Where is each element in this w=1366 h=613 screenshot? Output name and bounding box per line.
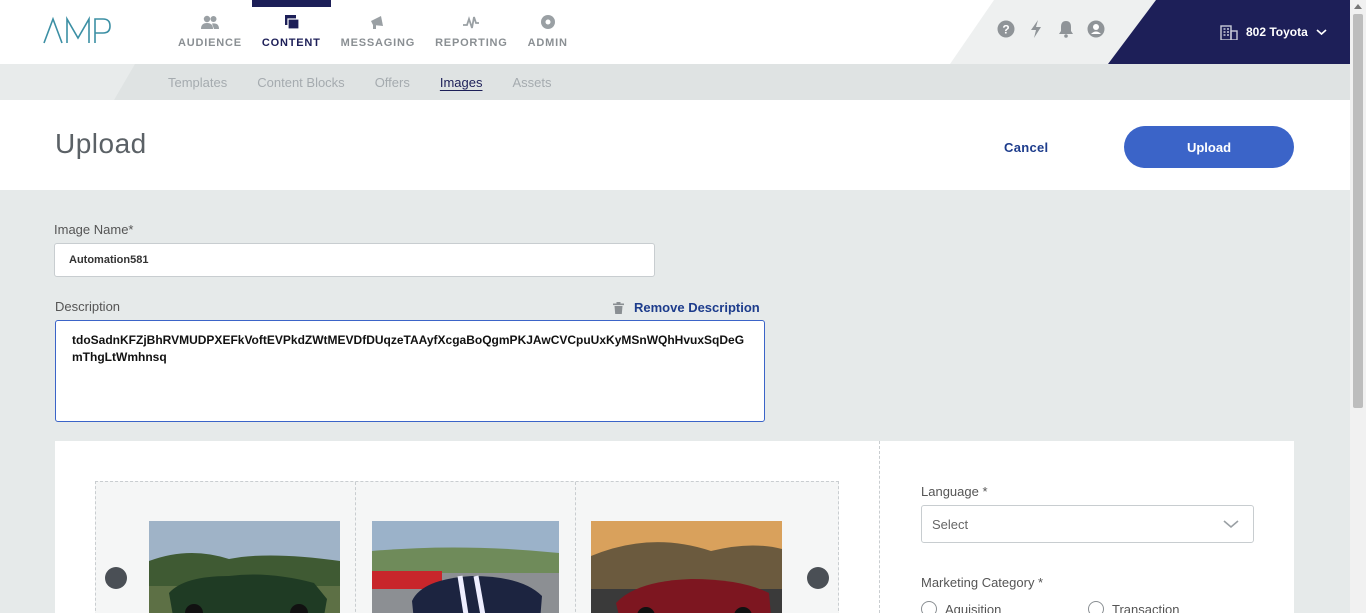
gallery-divider — [575, 482, 576, 613]
account-menu-button[interactable]: 802 Toyota — [1220, 24, 1327, 40]
language-select-value: Select — [932, 516, 969, 532]
subnav-assets[interactable]: Assets — [513, 75, 552, 90]
audience-icon — [200, 15, 219, 29]
nav-label-content: CONTENT — [261, 37, 321, 49]
marketing-category-label: Marketing Category * — [921, 575, 1044, 590]
utility-icons: ? — [996, 18, 1105, 40]
description-textarea[interactable]: tdoSadnKFZjBhRVMUDPXEFkVoftEVPkdZWtMEVDf… — [55, 320, 765, 422]
green-mustang-image[interactable] — [149, 521, 340, 613]
help-icon[interactable]: ? — [996, 18, 1015, 40]
nav-item-audience[interactable]: AUDIENCE — [168, 0, 252, 64]
subnav-offers[interactable]: Offers — [375, 75, 410, 90]
admin-gear-icon — [540, 15, 555, 29]
building-icon — [1220, 25, 1238, 40]
radio-aquisition[interactable]: Aquisition — [921, 601, 1001, 613]
nav-label-messaging: MESSAGING — [340, 37, 416, 49]
description-label: Description — [55, 299, 121, 314]
main-nav: AUDIENCE CONTENT MESSAGING REPORTING ADM… — [168, 0, 578, 64]
nav-label-reporting: REPORTING — [435, 37, 508, 49]
radio-label-aquisition: Aquisition — [945, 601, 1002, 613]
nav-item-messaging[interactable]: MESSAGING — [331, 0, 425, 64]
subnav-images[interactable]: Images — [440, 75, 483, 90]
radio-label-transaction: Transaction — [1112, 601, 1180, 613]
subnav-content-blocks[interactable]: Content Blocks — [257, 75, 344, 90]
scroll-thumb[interactable] — [1353, 14, 1363, 408]
svg-text:?: ? — [1002, 23, 1009, 37]
scroll-up-arrow[interactable] — [1354, 4, 1362, 9]
bell-icon[interactable] — [1056, 18, 1075, 40]
nav-label-audience: AUDIENCE — [178, 37, 242, 49]
nav-item-reporting[interactable]: REPORTING — [425, 0, 518, 64]
lightning-icon[interactable] — [1026, 18, 1045, 40]
subnav-accent — [0, 64, 135, 100]
gallery-prev-arrow[interactable] — [105, 567, 127, 589]
gallery-divider — [355, 482, 356, 613]
megaphone-icon — [370, 16, 383, 29]
nav-item-content[interactable]: CONTENT — [251, 0, 331, 64]
remove-description-label: Remove Description — [634, 300, 760, 315]
cancel-button[interactable]: Cancel — [1004, 140, 1048, 155]
radio-circle — [1088, 601, 1104, 613]
image-name-label: Image Name* — [54, 222, 134, 237]
content-subnav: Templates Content Blocks Offers Images A… — [0, 64, 1350, 100]
top-navigation-bar: AUDIENCE CONTENT MESSAGING REPORTING ADM… — [0, 0, 1350, 64]
page-title: Upload — [55, 128, 147, 159]
account-name: 802 Toyota — [1246, 25, 1308, 39]
page-header: Upload Cancel Upload — [0, 100, 1350, 190]
user-icon[interactable] — [1086, 18, 1105, 40]
pulse-icon — [463, 16, 480, 29]
card-divider — [879, 441, 880, 613]
chevron-down-icon — [1316, 29, 1327, 36]
nav-item-admin[interactable]: ADMIN — [518, 0, 578, 64]
blue-shelby-image[interactable] — [372, 521, 559, 613]
language-select[interactable]: Select — [921, 505, 1254, 543]
nav-label-admin: ADMIN — [527, 37, 568, 49]
radio-circle — [921, 601, 937, 613]
page-scrollbar[interactable] — [1350, 0, 1366, 613]
remove-description-button[interactable]: Remove Description — [613, 300, 760, 315]
gallery-next-arrow[interactable] — [807, 567, 829, 589]
image-gallery — [95, 481, 839, 613]
chevron-down-icon — [1223, 520, 1239, 529]
subnav-templates[interactable]: Templates — [168, 75, 227, 90]
radio-transaction[interactable]: Transaction — [1088, 601, 1179, 613]
red-mustang-image[interactable] — [591, 521, 782, 613]
image-name-field[interactable]: Automation581 — [54, 243, 655, 277]
upload-button[interactable]: Upload — [1124, 126, 1294, 168]
amp-logo[interactable] — [42, 16, 112, 46]
language-label: Language * — [921, 484, 988, 499]
content-icon — [285, 15, 300, 30]
trash-icon — [613, 301, 624, 314]
